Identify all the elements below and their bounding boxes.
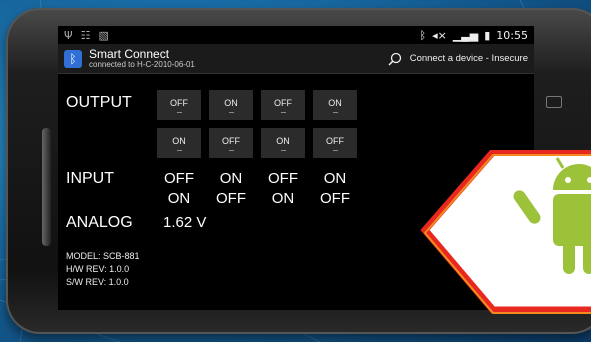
connection-subtitle: connected to H-C-2010-06-01: [89, 59, 195, 69]
battery-icon: ▮: [484, 28, 491, 42]
bluetooth-status-icon: ᛒ: [419, 28, 427, 42]
output-toggle-4[interactable]: ON: [313, 90, 357, 120]
signal-icon: ▁▃▅: [452, 28, 479, 42]
output-toggle-3[interactable]: OFF: [261, 90, 305, 120]
input-value-7: ON: [271, 190, 295, 207]
android-debug-icon: ☷: [80, 28, 91, 42]
image-icon: ▧: [98, 28, 109, 42]
output-toggle-8[interactable]: OFF: [313, 128, 357, 158]
recent-apps-icon[interactable]: [546, 96, 562, 108]
input-value-3: OFF: [268, 170, 298, 187]
search-icon: [388, 52, 401, 66]
usb-icon: Ψ: [64, 28, 73, 42]
input-value-5: ON: [167, 190, 191, 207]
connect-device-label: Connect a device - Insecure: [409, 53, 528, 64]
output-toggle-5[interactable]: ON: [157, 128, 201, 158]
analog-label: ANALOG: [66, 214, 133, 231]
output-toggle-6[interactable]: OFF: [209, 128, 253, 158]
volume-icon: ◂×: [432, 28, 447, 42]
sw-rev-text: S/W REV: 1.0.0: [66, 277, 129, 287]
output-label: OUTPUT: [66, 94, 132, 111]
hw-rev-text: H/W REV: 1.0.0: [66, 264, 130, 274]
android-badge: [420, 150, 591, 314]
input-value-8: OFF: [320, 190, 350, 207]
status-time: 10:55: [496, 28, 528, 42]
action-bar: ᛒ Smart Connect connected to H-C-2010-06…: [58, 44, 534, 74]
model-text: MODEL: SCB-881: [66, 251, 140, 261]
connect-device-button[interactable]: Connect a device - Insecure: [388, 52, 528, 66]
input-label: INPUT: [66, 170, 114, 187]
status-bar: Ψ ☷ ▧ ᛒ ◂× ▁▃▅ ▮ 10:55: [58, 26, 534, 44]
input-value-2: ON: [219, 170, 243, 187]
bluetooth-app-icon: ᛒ: [64, 49, 82, 68]
output-toggle-7[interactable]: ON: [261, 128, 305, 158]
app-title: Smart Connect: [89, 47, 170, 61]
input-value-1: OFF: [164, 170, 194, 187]
input-value-4: ON: [323, 170, 347, 187]
output-toggle-1[interactable]: OFF: [157, 90, 201, 120]
home-button[interactable]: [42, 128, 51, 246]
input-value-6: OFF: [216, 190, 246, 207]
output-toggle-2[interactable]: ON: [209, 90, 253, 120]
analog-value: 1.62 V: [163, 214, 207, 231]
